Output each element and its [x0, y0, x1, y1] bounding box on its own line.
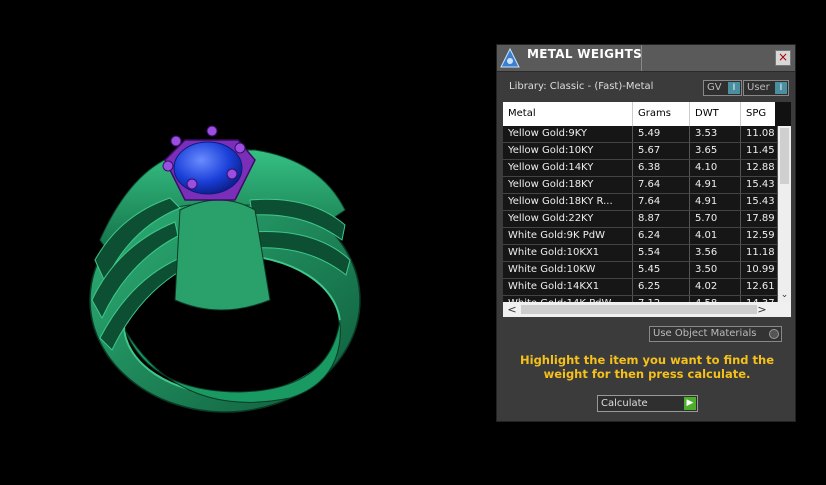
column-header-metal[interactable]: Metal	[503, 102, 633, 126]
table-row[interactable]: Yellow Gold:22KY 8.87 5.70 17.89	[503, 211, 778, 228]
cell-grams: 6.38	[633, 160, 690, 176]
use-object-materials-label: Use Object Materials	[653, 328, 757, 339]
cell-dwt: 4.91	[690, 177, 741, 193]
cell-grams: 7.64	[633, 177, 690, 193]
cell-spg: 12.88	[741, 160, 778, 176]
panel-titlebar[interactable]: METAL WEIGHTS ×	[497, 45, 795, 72]
cell-spg: 12.59	[741, 228, 778, 244]
cell-spg: 10.99	[741, 262, 778, 278]
calculate-dropdown[interactable]: Calculate ▶	[597, 395, 698, 412]
cell-grams: 8.87	[633, 211, 690, 227]
cell-spg: 11.08	[741, 126, 778, 142]
cell-dwt: 5.70	[690, 211, 741, 227]
radio-icon	[769, 329, 779, 339]
header-corner	[775, 102, 791, 126]
scroll-left-button[interactable]: <	[505, 302, 519, 317]
scroll-right-button[interactable]: >	[755, 302, 769, 317]
table-header: Metal Grams DWT SPG	[503, 102, 778, 126]
cell-metal: White Gold:9K PdW	[503, 228, 633, 244]
cell-dwt: 3.50	[690, 262, 741, 278]
library-label: Library: Classic - (Fast)-Metal	[509, 81, 654, 92]
table-row[interactable]: White Gold:9K PdW 6.24 4.01 12.59	[503, 228, 778, 245]
scroll-down-button[interactable]: ⌄	[778, 288, 791, 302]
cell-grams: 6.25	[633, 279, 690, 295]
table-row[interactable]: White Gold:10KX1 5.54 3.56 11.18	[503, 245, 778, 262]
cell-metal: White Gold:10KX1	[503, 245, 633, 261]
cell-grams: 5.54	[633, 245, 690, 261]
gv-toggle-knob: I	[728, 82, 740, 94]
close-button[interactable]: ×	[775, 50, 791, 66]
gv-toggle[interactable]: GV I	[703, 80, 742, 96]
use-object-materials-option[interactable]: Use Object Materials	[649, 326, 782, 342]
cell-dwt: 3.65	[690, 143, 741, 159]
vertical-scrollbar[interactable]: ⌄	[778, 126, 791, 302]
cell-spg: 11.18	[741, 245, 778, 261]
panel-title: METAL WEIGHTS	[527, 47, 643, 61]
table-row[interactable]: White Gold:14KX1 6.25 4.02 12.61	[503, 279, 778, 296]
cell-metal: Yellow Gold:9KY	[503, 126, 633, 142]
ring-model	[89, 125, 361, 413]
3d-viewport[interactable]	[0, 0, 490, 485]
metal-table: Metal Grams DWT SPG Yellow Gold:9KY 5.49 3…	[503, 102, 791, 317]
table-row[interactable]: Yellow Gold:10KY 5.67 3.65 11.45	[503, 143, 778, 160]
column-header-dwt[interactable]: DWT	[690, 102, 741, 126]
table-row[interactable]: Yellow Gold:9KY 5.49 3.53 11.08	[503, 126, 778, 143]
cell-spg: 15.43	[741, 177, 778, 193]
cell-spg: 12.61	[741, 279, 778, 295]
vertical-scroll-thumb[interactable]	[780, 128, 789, 184]
user-toggle[interactable]: User I	[743, 80, 789, 96]
cell-metal: White Gold:10KW	[503, 262, 633, 278]
cell-metal: White Gold:14KX1	[503, 279, 633, 295]
title-divider	[641, 45, 642, 71]
cell-grams: 5.49	[633, 126, 690, 142]
column-header-grams[interactable]: Grams	[633, 102, 690, 126]
table-body: Yellow Gold:9KY 5.49 3.53 11.08 Yellow Gold:…	[503, 126, 778, 302]
cell-metal: Yellow Gold:18KY R...	[503, 194, 633, 210]
table-row[interactable]: Yellow Gold:18KY 7.64 4.91 15.43	[503, 177, 778, 194]
table-row[interactable]: White Gold:10KW 5.45 3.50 10.99	[503, 262, 778, 279]
cell-dwt: 4.01	[690, 228, 741, 244]
app-logo-icon	[499, 47, 521, 69]
cell-dwt: 4.02	[690, 279, 741, 295]
cell-spg: 11.45	[741, 143, 778, 159]
horizontal-scrollbar[interactable]: < >	[503, 302, 791, 317]
user-toggle-knob: I	[775, 82, 787, 94]
cell-metal: Yellow Gold:10KY	[503, 143, 633, 159]
cell-metal: Yellow Gold:18KY	[503, 177, 633, 193]
table-row[interactable]: Yellow Gold:14KY 6.38 4.10 12.88	[503, 160, 778, 177]
gv-toggle-label: GV	[707, 82, 722, 93]
calculate-go-button[interactable]: ▶	[684, 397, 696, 410]
cell-grams: 5.45	[633, 262, 690, 278]
cell-dwt: 4.91	[690, 194, 741, 210]
cell-dwt: 3.56	[690, 245, 741, 261]
cell-dwt: 4.10	[690, 160, 741, 176]
metal-weights-panel: METAL WEIGHTS × Library: Classic - (Fast…	[496, 44, 796, 422]
cell-grams: 7.64	[633, 194, 690, 210]
cell-metal: Yellow Gold:14KY	[503, 160, 633, 176]
calculate-label: Calculate	[601, 398, 648, 409]
cell-metal: Yellow Gold:22KY	[503, 211, 633, 227]
instruction-text: Highlight the item you want to find the …	[520, 353, 774, 381]
cell-spg: 15.43	[741, 194, 778, 210]
cell-grams: 6.24	[633, 228, 690, 244]
user-toggle-label: User	[747, 82, 770, 93]
table-row[interactable]: Yellow Gold:18KY R... 7.64 4.91 15.43	[503, 194, 778, 211]
horizontal-scroll-thumb[interactable]	[521, 305, 757, 314]
cell-spg: 17.89	[741, 211, 778, 227]
column-header-spg[interactable]: SPG	[741, 102, 778, 126]
cell-grams: 5.67	[633, 143, 690, 159]
cell-dwt: 3.53	[690, 126, 741, 142]
